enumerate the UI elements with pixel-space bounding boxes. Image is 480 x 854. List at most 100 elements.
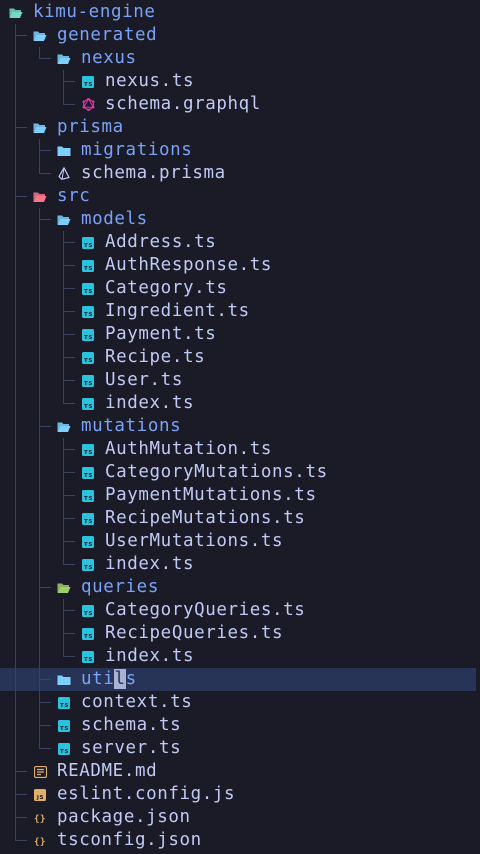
tree-folder-kimu-engine[interactable]: kimu-engine (0, 1, 480, 24)
typescript-icon: TS (81, 397, 95, 410)
tree-guide-line (63, 530, 75, 553)
folder-name: models (81, 209, 148, 229)
tree-file-index-ts[interactable]: TS index.ts (0, 392, 480, 415)
svg-text:TS: TS (84, 657, 93, 663)
tree-file-server-ts[interactable]: TS server.ts (0, 737, 480, 760)
tree-guide-line (63, 346, 75, 369)
tree-file-category-ts[interactable]: TS Category.ts (0, 277, 480, 300)
tree-guide-line (15, 208, 27, 231)
tree-guide-line (39, 576, 51, 599)
file-name: AuthMutation.ts (105, 439, 273, 459)
tree-folder-utils[interactable]: utils (0, 668, 476, 691)
tree-file-recipe-ts[interactable]: TS Recipe.ts (0, 346, 480, 369)
tree-file-schema-prisma[interactable]: schema.prisma (0, 162, 480, 185)
tree-file-tsconfig-json[interactable]: {} tsconfig.json (0, 829, 480, 852)
typescript-icon: TS (81, 535, 95, 548)
tree-file-address-ts[interactable]: TS Address.ts (0, 231, 480, 254)
tree-file-payment-ts[interactable]: TS Payment.ts (0, 323, 480, 346)
typescript-icon: TS (81, 328, 95, 341)
tree-file-eslint-config-js[interactable]: JS eslint.config.js (0, 783, 480, 806)
typescript-icon: TS (81, 259, 95, 272)
tree-file-index-ts[interactable]: TS index.ts (0, 553, 480, 576)
file-name: index.ts (105, 554, 195, 574)
tree-guide-line (15, 507, 27, 530)
file-name: schema.graphql (105, 94, 261, 114)
tree-file-usermutations-ts[interactable]: TS UserMutations.ts (0, 530, 480, 553)
tree-file-categorymutations-ts[interactable]: TS CategoryMutations.ts (0, 461, 480, 484)
tree-file-readme-md[interactable]: README.md (0, 760, 480, 783)
tree-guide-line (63, 392, 75, 415)
svg-text:TS: TS (84, 335, 93, 341)
file-name: server.ts (81, 738, 182, 758)
svg-text:TS: TS (84, 519, 93, 525)
typescript-icon: TS (81, 374, 95, 387)
svg-text:TS: TS (84, 358, 93, 364)
tree-file-schema-graphql[interactable]: schema.graphql (0, 93, 480, 116)
tree-guide-line (15, 369, 27, 392)
tree-guide-line (15, 668, 27, 691)
tree-guide-line (15, 622, 27, 645)
file-name: nexus.ts (105, 71, 195, 91)
file-name: Address.ts (105, 232, 217, 252)
tree-file-schema-ts[interactable]: TS schema.ts (0, 714, 480, 737)
tree-guide-line (15, 346, 27, 369)
file-name: Recipe.ts (105, 347, 206, 367)
tree-file-ingredient-ts[interactable]: TS Ingredient.ts (0, 300, 480, 323)
tree-folder-migrations[interactable]: migrations (0, 139, 480, 162)
tree-folder-nexus[interactable]: nexus (0, 47, 480, 70)
tree-guide-line (39, 323, 51, 346)
tree-guide-line (15, 714, 27, 737)
file-name: CategoryQueries.ts (105, 600, 306, 620)
file-name: context.ts (81, 692, 193, 712)
tree-folder-mutations[interactable]: mutations (0, 415, 480, 438)
tree-folder-models[interactable]: models (0, 208, 480, 231)
tree-folder-generated[interactable]: generated (0, 24, 480, 47)
tree-file-authresponse-ts[interactable]: TS AuthResponse.ts (0, 254, 480, 277)
file-name: RecipeMutations.ts (105, 508, 306, 528)
tree-file-authmutation-ts[interactable]: TS AuthMutation.ts (0, 438, 480, 461)
tree-guide-line (15, 691, 27, 714)
tree-guide-line (39, 415, 51, 438)
tree-file-recipequeries-ts[interactable]: TS RecipeQueries.ts (0, 622, 480, 645)
tree-guide-line (63, 231, 75, 254)
typescript-icon: TS (57, 719, 71, 732)
folder-name: prisma (57, 117, 124, 137)
tree-file-recipemutations-ts[interactable]: TS RecipeMutations.ts (0, 507, 480, 530)
svg-text:TS: TS (84, 565, 93, 571)
readme-icon (33, 765, 47, 778)
file-name: schema.prisma (81, 163, 226, 183)
file-name: tsconfig.json (57, 830, 202, 850)
tree-file-user-ts[interactable]: TS User.ts (0, 369, 480, 392)
tree-file-index-ts[interactable]: TS index.ts (0, 645, 480, 668)
tree-guide-line (39, 645, 51, 668)
tree-guide-line (15, 530, 27, 553)
tree-guide-line (63, 369, 75, 392)
tree-guide-line (39, 231, 51, 254)
tree-file-package-json[interactable]: {} package.json (0, 806, 480, 829)
typescript-icon: TS (81, 282, 95, 295)
tree-guide-line (15, 415, 27, 438)
graphql-icon (81, 98, 95, 111)
tree-file-categoryqueries-ts[interactable]: TS CategoryQueries.ts (0, 599, 480, 622)
tree-file-paymentmutations-ts[interactable]: TS PaymentMutations.ts (0, 484, 480, 507)
tree-guide-line (63, 300, 75, 323)
tree-guide-line (15, 231, 27, 254)
tree-guide-line (39, 691, 51, 714)
svg-text:TS: TS (84, 473, 93, 479)
tree-guide-line (15, 829, 27, 852)
tree-folder-src[interactable]: src (0, 185, 480, 208)
tree-folder-queries[interactable]: queries (0, 576, 480, 599)
tree-guide-line (39, 484, 51, 507)
folder-name: queries (81, 577, 159, 597)
svg-text:TS: TS (84, 404, 93, 410)
folder-name: nexus (81, 48, 137, 68)
svg-text:JS: JS (36, 795, 44, 801)
folder-name: mutations (81, 416, 182, 436)
tree-guide-line (15, 461, 27, 484)
file-tree: kimu-engine generated nexus TS nexus.ts schem… (0, 0, 480, 854)
tree-file-nexus-ts[interactable]: TS nexus.ts (0, 70, 480, 93)
tree-file-context-ts[interactable]: TS context.ts (0, 691, 480, 714)
tree-guide-line (39, 461, 51, 484)
tree-folder-prisma[interactable]: prisma (0, 116, 480, 139)
typescript-icon: TS (81, 489, 95, 502)
